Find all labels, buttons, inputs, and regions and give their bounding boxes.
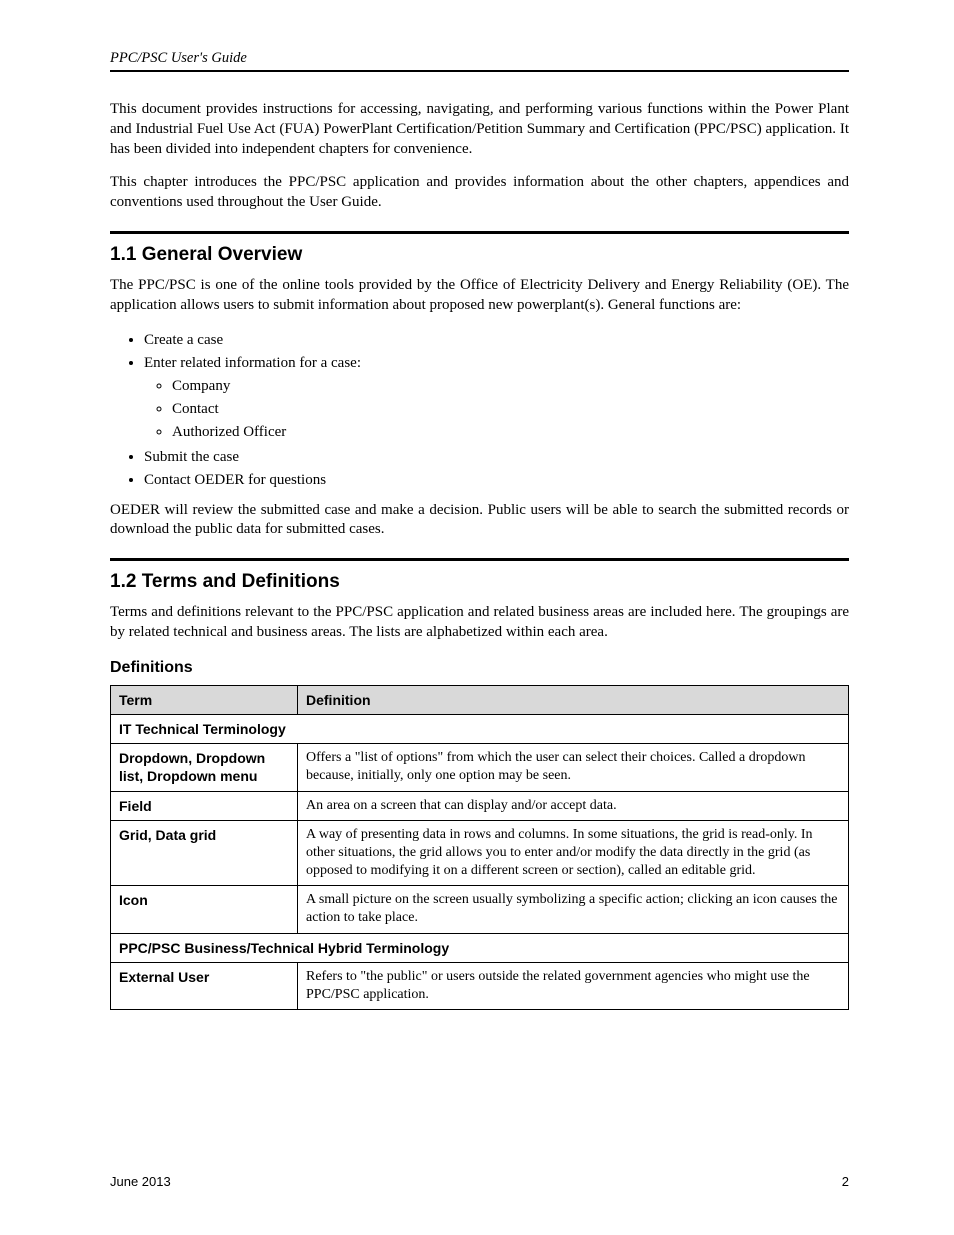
table-cell-definition: Refers to "the public" or users outside … [298, 962, 849, 1009]
section-1-1-paragraph-1: The PPC/PSC is one of the online tools p… [110, 276, 849, 316]
table-row: Grid, Data grid A way of presenting data… [111, 820, 849, 886]
table-cell-term: Dropdown, Dropdown list, Dropdown menu [111, 744, 298, 791]
list-item: Submit the case [144, 447, 849, 468]
table-cell-definition: An area on a screen that can display and… [298, 791, 849, 820]
list-item: Enter related information for a case: Co… [144, 353, 849, 443]
list-item: Contact [172, 399, 849, 420]
section-1-2-heading: 1.2 Terms and Definitions [110, 571, 849, 593]
table-header-row: Term Definition [111, 685, 849, 714]
table-group-row: PPC/PSC Business/Technical Hybrid Termin… [111, 933, 849, 962]
footer-page-number: 2 [842, 1174, 849, 1189]
table-cell-definition: A way of presenting data in rows and col… [298, 820, 849, 886]
nested-bullet-list: Company Contact Authorized Officer [144, 376, 849, 443]
table-header-term: Term [111, 685, 298, 714]
table-group-row: IT Technical Terminology [111, 714, 849, 743]
table-cell-definition: Offers a "list of options" from which th… [298, 744, 849, 791]
intro-paragraph-2: This chapter introduces the PPC/PSC appl… [110, 173, 849, 213]
section-1-1-bullet-list: Create a case Enter related information … [110, 330, 849, 491]
running-head: PPC/PSC User's Guide [110, 50, 849, 72]
table-header-definition: Definition [298, 685, 849, 714]
table-cell-term: Field [111, 791, 298, 820]
page-footer: June 2013 2 [0, 1174, 954, 1189]
table-group-label: PPC/PSC Business/Technical Hybrid Termin… [111, 933, 849, 962]
list-item: Authorized Officer [172, 422, 849, 443]
table-row: External User Refers to "the public" or … [111, 962, 849, 1009]
footer-date: June 2013 [110, 1174, 171, 1189]
table-cell-term: Grid, Data grid [111, 820, 298, 886]
intro-paragraph-1: This document provides instructions for … [110, 100, 849, 159]
table-row: Dropdown, Dropdown list, Dropdown menu O… [111, 744, 849, 791]
list-item: Company [172, 376, 849, 397]
list-item: Create a case [144, 330, 849, 351]
table-row: Icon A small picture on the screen usual… [111, 886, 849, 933]
list-item-label: Enter related information for a case: [144, 355, 361, 371]
section-1-2-paragraph-1: Terms and definitions relevant to the PP… [110, 603, 849, 643]
definitions-subhead: Definitions [110, 659, 849, 677]
section-1-1-heading: 1.1 General Overview [110, 244, 849, 266]
table-cell-term: Icon [111, 886, 298, 933]
section-divider [110, 231, 849, 234]
list-item: Contact OEDER for questions [144, 470, 849, 491]
table-group-label: IT Technical Terminology [111, 714, 849, 743]
table-row: Field An area on a screen that can displ… [111, 791, 849, 820]
table-cell-term: External User [111, 962, 298, 1009]
section-divider [110, 558, 849, 561]
table-cell-definition: A small picture on the screen usually sy… [298, 886, 849, 933]
definitions-table: Term Definition IT Technical Terminology… [110, 685, 849, 1010]
section-1-1-paragraph-2: OEDER will review the submitted case and… [110, 501, 849, 541]
